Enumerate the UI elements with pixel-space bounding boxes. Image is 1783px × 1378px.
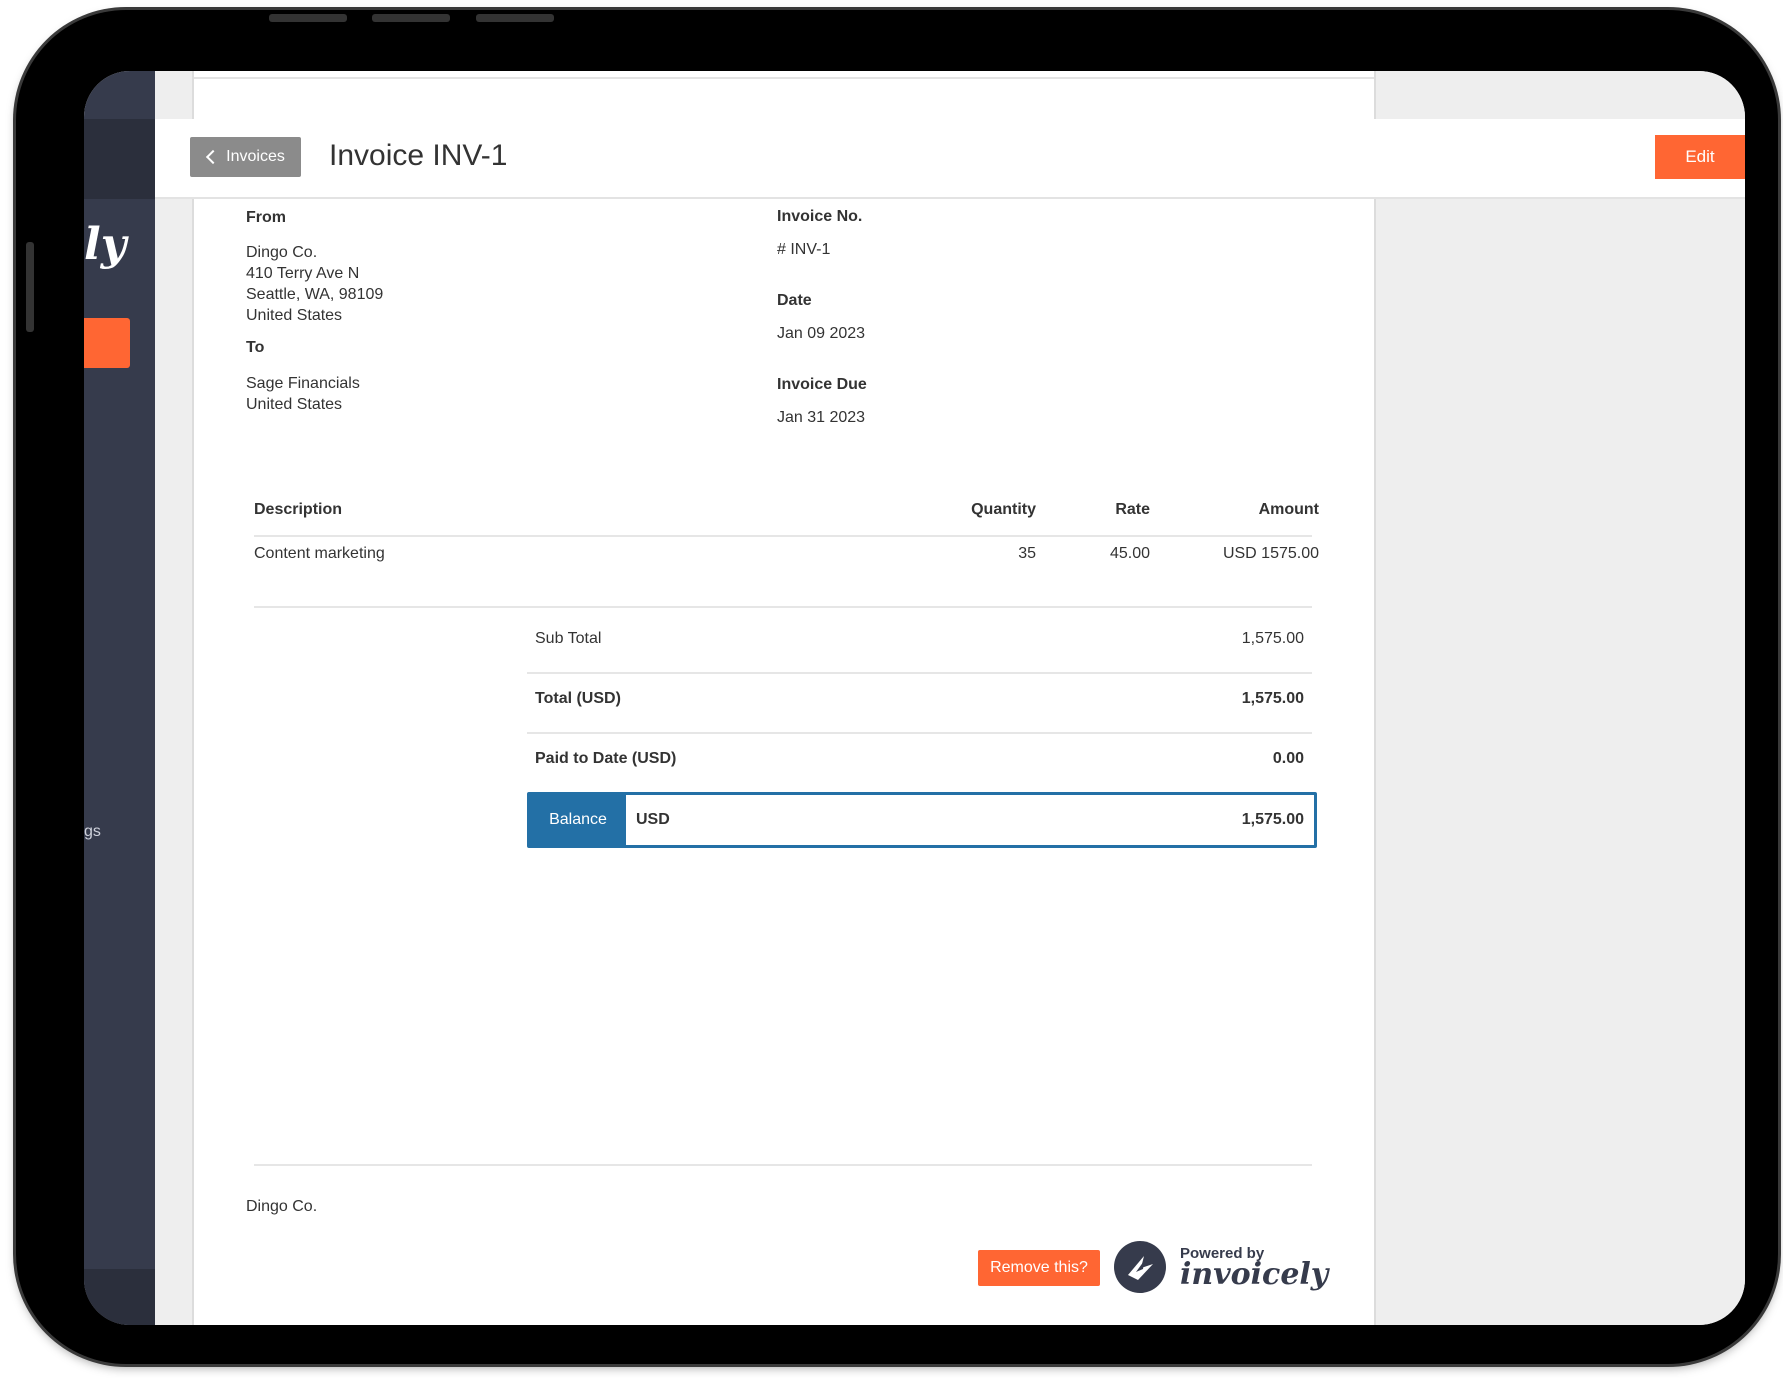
main-area: From Dingo Co. 410 Terry Ave N Seattle, … xyxy=(155,71,1745,1325)
item-rate: 45.00 xyxy=(1109,545,1150,562)
balance-value: 1,575.00 xyxy=(1241,811,1304,828)
device-side-button xyxy=(26,242,34,332)
total-row: Total (USD) 1,575.00 xyxy=(527,672,1312,734)
item-quantity: 35 xyxy=(1018,545,1036,562)
due-value: Jan 31 2023 xyxy=(777,409,866,426)
page-title: Invoice INV-1 xyxy=(329,139,508,172)
device-button xyxy=(476,14,554,22)
invoicely-bird-icon xyxy=(1114,1241,1166,1293)
balance-box: Balance USD 1,575.00 xyxy=(527,792,1317,848)
paid-value: 0.00 xyxy=(1272,750,1304,767)
invoice-no-label: Invoice No. xyxy=(777,208,863,225)
date-label: Date xyxy=(777,292,812,309)
from-line: United States xyxy=(246,307,343,324)
app-logo: ly xyxy=(84,219,127,270)
balance-currency: USD xyxy=(636,811,670,828)
column-header-quantity: Quantity xyxy=(971,501,1036,518)
powered-by-badge[interactable]: Powered by invoicely xyxy=(1114,1241,1328,1301)
back-label: Invoices xyxy=(226,148,285,165)
sidebar: ly gs xyxy=(84,71,155,1325)
subtotal-row: Sub Total 1,575.00 xyxy=(527,612,1312,674)
date-value: Jan 09 2023 xyxy=(777,325,866,342)
chevron-left-icon xyxy=(206,149,221,165)
device-button xyxy=(269,14,347,22)
items-divider xyxy=(254,606,1312,608)
footer-company: Dingo Co. xyxy=(246,1198,318,1215)
footer-divider xyxy=(254,1164,1312,1166)
column-header-amount: Amount xyxy=(1258,501,1319,518)
total-label: Total (USD) xyxy=(535,690,621,707)
tablet-frame: ly gs From Dingo Co. 410 Terry Ave N Sea… xyxy=(16,10,1778,1364)
sidebar-active-item[interactable] xyxy=(84,318,130,368)
item-description: Content marketing xyxy=(254,545,385,562)
invoice-header: Invoices Invoice INV-1 Edit xyxy=(155,119,1745,199)
device-button xyxy=(372,14,450,22)
from-label: From xyxy=(246,209,286,226)
sidebar-bottom-band xyxy=(84,1269,155,1325)
invoice-content: From Dingo Co. 410 Terry Ave N Seattle, … xyxy=(194,71,1374,1325)
to-label: To xyxy=(246,339,265,356)
column-header-rate: Rate xyxy=(1115,501,1150,518)
to-line: United States xyxy=(246,396,343,413)
due-label: Invoice Due xyxy=(777,376,867,393)
invoice-paper: From Dingo Co. 410 Terry Ave N Seattle, … xyxy=(192,71,1376,1325)
invoice-no-value: # INV-1 xyxy=(777,241,831,258)
invoicely-wordmark: invoicely xyxy=(1180,1257,1329,1292)
paid-row: Paid to Date (USD) 0.00 xyxy=(527,732,1312,792)
edit-button[interactable]: Edit xyxy=(1655,135,1745,179)
subtotal-label: Sub Total xyxy=(535,630,602,647)
header-divider xyxy=(254,535,1312,537)
back-to-invoices-button[interactable]: Invoices xyxy=(190,137,301,177)
subtotal-value: 1,575.00 xyxy=(1241,630,1304,647)
sidebar-item-settings[interactable]: gs xyxy=(84,823,101,841)
remove-branding-button[interactable]: Remove this? xyxy=(978,1250,1100,1286)
total-value: 1,575.00 xyxy=(1241,690,1304,707)
balance-label: Balance xyxy=(530,795,626,845)
app-screen: ly gs From Dingo Co. 410 Terry Ave N Sea… xyxy=(84,71,1745,1325)
sidebar-top-band xyxy=(84,119,155,199)
paid-label: Paid to Date (USD) xyxy=(535,750,677,767)
column-header-description: Description xyxy=(254,501,343,518)
item-amount: USD 1575.00 xyxy=(1222,545,1319,562)
